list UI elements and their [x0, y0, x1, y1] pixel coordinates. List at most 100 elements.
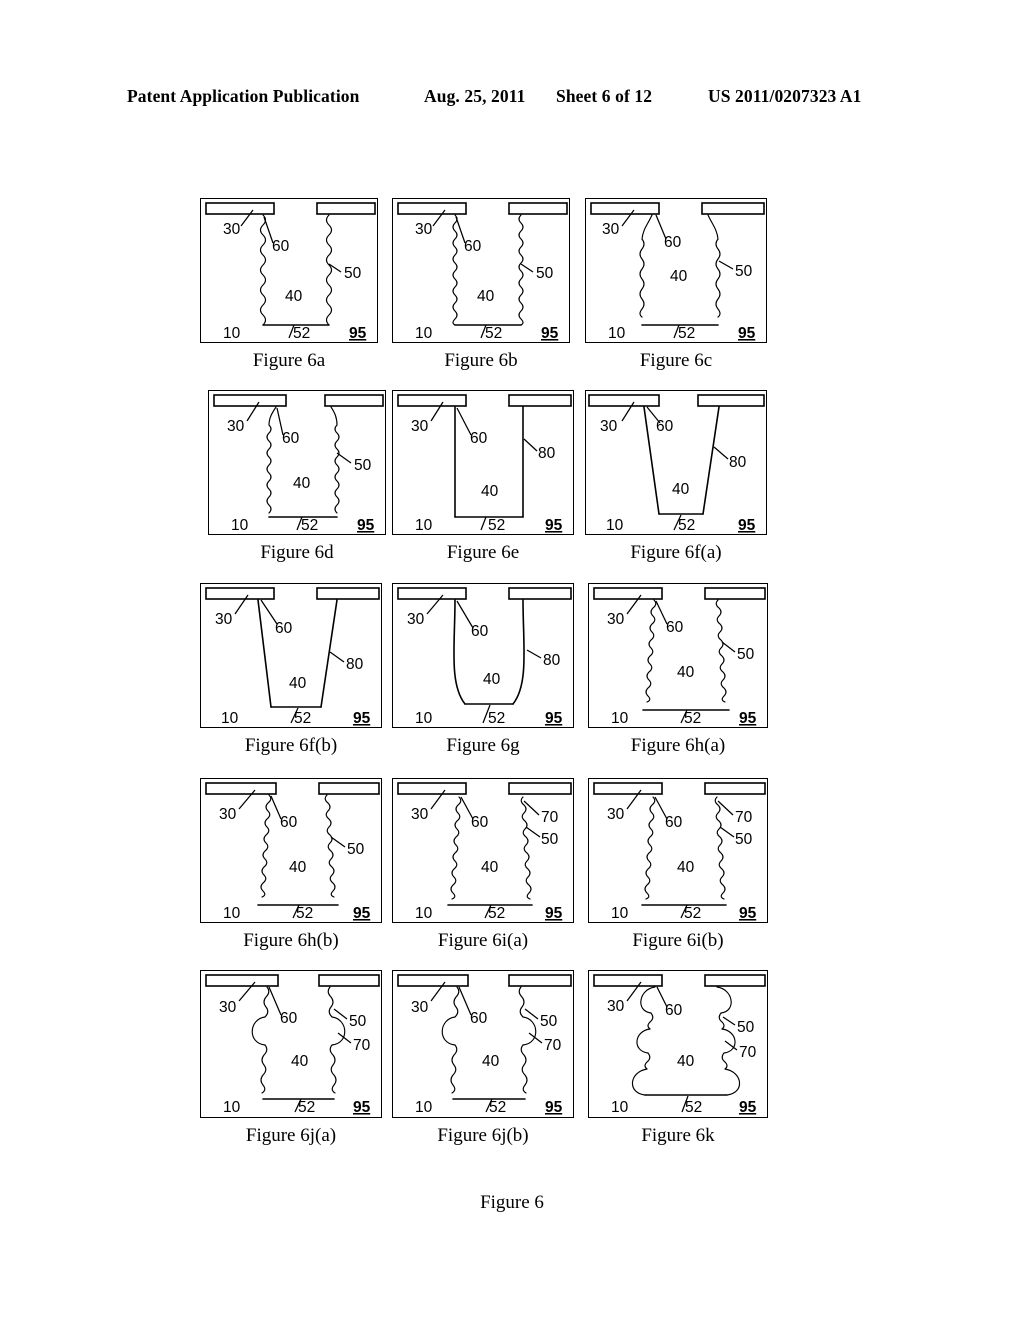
ref-10-6g: 10	[415, 710, 433, 727]
undercut-right-6d	[330, 406, 338, 426]
mask-bar-right	[316, 587, 380, 600]
caption-6ha: Figure 6h(a)	[630, 735, 726, 756]
sidewall-left-top-6jb	[453, 986, 460, 1018]
figure-panel-6k: 30 60 50 70 40 10 52 95 Figure 6k	[588, 970, 768, 1146]
sidewall-left-6ha	[645, 599, 657, 703]
ref-60-6a: 60	[272, 238, 290, 255]
mask-bar-right	[316, 202, 376, 215]
leader-52-6e	[480, 516, 487, 531]
mask-bar-left	[397, 974, 469, 987]
figure-panel-6d: 30 60 50 40 10 52 95 Figure 6d	[208, 390, 386, 563]
mask-bar-left	[205, 782, 277, 795]
ref-40-6b: 40	[477, 288, 495, 305]
sidewall-left-6d	[266, 424, 272, 514]
panel-body-6g: 30 60 80 40 10 52 95	[392, 583, 574, 728]
ref-70-6ib: 70	[735, 809, 753, 826]
ref-10-6d: 10	[231, 517, 249, 534]
sidewall-right-6ha	[715, 599, 727, 703]
leader-50-6hb	[330, 836, 346, 848]
sidewall-right-bot-6jb	[520, 1044, 528, 1094]
ref-95-6ja: 95	[353, 1099, 371, 1116]
panel-body-6b: 30 60 50 40 10 52 95	[392, 198, 570, 343]
leader-80-6g	[526, 649, 542, 659]
ref-50-6k: 50	[737, 1019, 755, 1036]
mask-bar-left	[593, 974, 663, 987]
ref-40-6ha: 40	[677, 664, 695, 681]
figure-panel-6fa: 30 60 80 40 10 52 95 Figure 6f(a)	[585, 390, 767, 563]
panel-body-6fb: 30 60 80 40 10 52 95	[200, 583, 382, 728]
sidewall-left-6a	[259, 214, 267, 326]
ref-50-6c: 50	[735, 263, 753, 280]
ref-30-6fb: 30	[215, 611, 233, 628]
ref-95-6c: 95	[738, 325, 756, 342]
ref-40-6e: 40	[481, 483, 499, 500]
sidewall-right-6a	[325, 214, 333, 326]
mask-bar-right	[701, 202, 765, 215]
ref-52-6jb: 52	[489, 1099, 506, 1116]
mask-bar-right	[508, 202, 568, 215]
ref-30-6k: 30	[607, 998, 625, 1015]
caption-6jb: Figure 6j(b)	[437, 1125, 529, 1146]
ref-95-6hb: 95	[353, 905, 371, 922]
link-right-1-6k	[718, 1012, 725, 1030]
caption-6b: Figure 6b	[444, 350, 518, 371]
figure-panel-6ib: 30 60 70 50 40 10 52 95 Figure 6i(b)	[588, 778, 768, 951]
ref-40-6ib: 40	[677, 859, 695, 876]
sidewall-right-6fb	[320, 599, 338, 708]
sidewall-left-6b	[452, 214, 458, 326]
ref-60-6ja: 60	[280, 1010, 298, 1027]
sidewall-left-6ia	[450, 796, 462, 900]
mask-bar-right	[704, 974, 766, 987]
figure-panel-6a: 30 60 50 40 10 52 95 Figure 6a	[200, 198, 378, 371]
ref-52-6hb: 52	[296, 905, 313, 922]
ref-52-6d: 52	[301, 517, 318, 534]
leader-60-6e	[456, 407, 472, 436]
ref-10-6a: 10	[223, 325, 241, 342]
sidewall-left-bot-6ja	[260, 1044, 268, 1094]
ref-70-6k: 70	[739, 1044, 757, 1061]
ref-52-6fa: 52	[678, 517, 695, 534]
panel-body-6ia: 30 60 70 50 40 10 52 95	[392, 778, 574, 923]
ref-50-6ia: 50	[541, 831, 559, 848]
leader-80-6fb	[329, 651, 345, 663]
ref-60-6k: 60	[665, 1002, 683, 1019]
panel-body-6d: 30 60 50 40 10 52 95	[208, 390, 386, 535]
caption-6a: Figure 6a	[252, 350, 326, 371]
caption-6c: Figure 6c	[639, 350, 713, 371]
ref-60-6ha: 60	[666, 619, 684, 636]
mask-bar-left	[397, 782, 467, 795]
ref-10-6fa: 10	[606, 517, 624, 534]
ref-50-6a: 50	[344, 265, 362, 282]
ref-52-6g: 52	[488, 710, 505, 727]
ref-95-6fa: 95	[738, 517, 756, 534]
ref-10-6jb: 10	[415, 1099, 433, 1116]
ref-80-6e: 80	[538, 445, 556, 462]
panel-body-6e: 30 60 80 40 10 52 95	[392, 390, 574, 535]
ref-95-6a: 95	[349, 325, 367, 342]
caption-6ia: Figure 6i(a)	[437, 930, 529, 951]
ref-40-6g: 40	[483, 671, 501, 688]
ref-80-6fb: 80	[346, 656, 364, 673]
ref-30-6ja: 30	[219, 999, 237, 1016]
ref-60-6e: 60	[470, 430, 488, 447]
ref-52-6e: 52	[488, 517, 505, 534]
ref-60-6hb: 60	[280, 814, 298, 831]
ref-40-6d: 40	[293, 475, 311, 492]
figure-panel-6c: 30 60 50 40 10 52 95 Figure 6c	[585, 198, 767, 371]
ref-10-6ib: 10	[611, 905, 629, 922]
ref-95-6ia: 95	[545, 905, 563, 922]
ref-95-6e: 95	[545, 517, 563, 534]
ref-95-6jb: 95	[545, 1099, 563, 1116]
bulge-right-6ja	[331, 1016, 346, 1046]
mask-bar-right	[508, 974, 572, 987]
ref-40-6fb: 40	[289, 675, 307, 692]
ref-40-6ia: 40	[481, 859, 499, 876]
mask-bar-left	[590, 202, 660, 215]
ref-30-6e: 30	[411, 418, 429, 435]
ref-40-6jb: 40	[482, 1053, 500, 1070]
ref-40-6fa: 40	[672, 481, 690, 498]
mask-bar-right	[318, 974, 380, 987]
lobe-right-3-6k	[724, 1068, 741, 1096]
ref-30-6c: 30	[602, 221, 620, 238]
sidewall-left-6g	[453, 599, 466, 705]
